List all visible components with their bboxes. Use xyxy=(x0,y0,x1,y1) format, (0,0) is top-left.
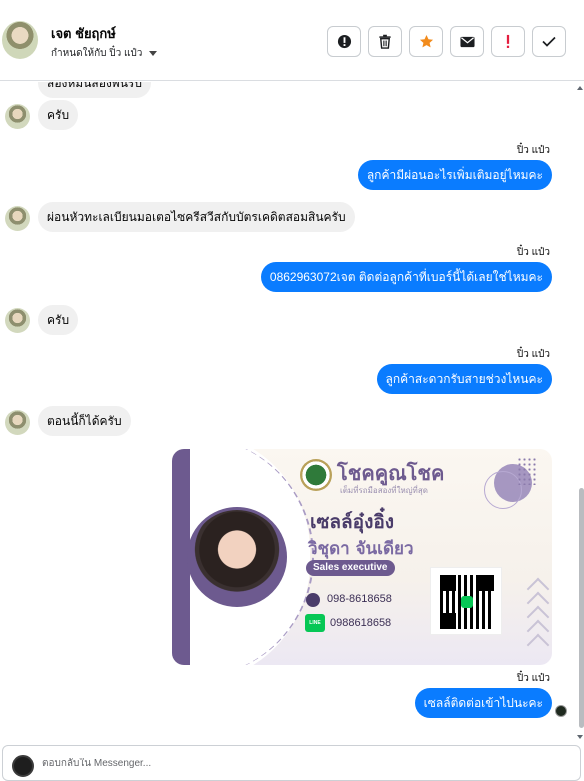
exclamation-icon xyxy=(506,34,510,48)
sender-name: ปิ๋ว แป๋ว xyxy=(516,349,550,360)
message-outgoing[interactable]: 0862963072เจต ติดต่อลูกค้าที่เบอร์นี้ได้… xyxy=(260,262,552,292)
follow-up-button[interactable] xyxy=(491,26,525,57)
sender-name: ปิ๋ว แป๋ว xyxy=(516,247,550,258)
envelope-icon xyxy=(459,36,475,47)
salesperson-phone: 098-8618658 xyxy=(327,593,392,605)
qr-code xyxy=(430,567,502,635)
conversation-header: เจต ชัยฤกษ์ กำหนดให้กับ ปิ๋ว แป๋ว xyxy=(0,0,584,81)
qr-line-logo-icon xyxy=(461,596,473,608)
message-incoming[interactable]: ตอนนี้ก็ได้ครับ xyxy=(38,406,131,436)
scroll-down-arrow-icon[interactable] xyxy=(577,735,583,739)
salesperson-role: Sales executive xyxy=(306,560,395,576)
phone-icon xyxy=(306,593,320,607)
message-incoming[interactable]: สองหมื่นสองพันรับ xyxy=(38,82,151,98)
trash-icon xyxy=(379,34,391,49)
decor-dots xyxy=(517,457,537,485)
contact-avatar[interactable] xyxy=(2,21,38,59)
sender-name: ปิ๋ว แป๋ว xyxy=(516,145,550,156)
check-icon xyxy=(542,36,556,47)
message-outgoing[interactable]: เซลล์ติดต่อเข้าไปนะคะ xyxy=(414,688,552,718)
delete-button[interactable] xyxy=(368,26,402,57)
brand-logo xyxy=(300,459,332,491)
seen-avatar-icon xyxy=(555,705,567,717)
reply-input[interactable] xyxy=(42,758,542,769)
header-actions xyxy=(327,26,566,57)
brand-subtitle: เต็มที่รถมือสองที่ใหญ่ที่สุด xyxy=(340,486,428,495)
scroll-up-arrow-icon[interactable] xyxy=(577,86,583,90)
mark-done-button[interactable] xyxy=(532,26,566,57)
sparkle-icon: ✦ xyxy=(190,639,201,653)
page-avatar xyxy=(12,755,34,777)
sparkle-icon: ✦ xyxy=(190,459,201,473)
message-outgoing[interactable]: ลูกค้าสะดวกรับสายช่วงไหนคะ xyxy=(376,364,552,394)
business-card-image[interactable]: ✦ ✦ โชคคูณโชค เต็มที่รถมือสองที่ใหญ่ที่ส… xyxy=(172,449,552,665)
composer-box[interactable] xyxy=(2,745,581,781)
salesperson-photo xyxy=(187,507,287,607)
salesperson-nickname: เซลล์อุ๋งอิ๋ง xyxy=(310,511,395,533)
exclamation-circle-icon xyxy=(337,34,351,49)
composer xyxy=(0,743,584,781)
salesperson-fullname: วิชุดา จันเดียว xyxy=(308,539,414,559)
assignee-dropdown[interactable]: กำหนดให้กับ ปิ๋ว แป๋ว xyxy=(51,46,158,61)
contact-avatar-small xyxy=(5,206,30,231)
salesperson-line-id: 0988618658 xyxy=(330,617,392,629)
caret-down-icon xyxy=(149,51,158,56)
message-thread[interactable]: สองหมื่นสองพันรับ ครับ ปิ๋ว แป๋ว ลูกค้าม… xyxy=(0,82,584,742)
star-icon xyxy=(419,34,433,48)
contact-avatar-small xyxy=(5,410,30,435)
line-app-icon: LINE xyxy=(305,614,325,632)
scrollbar-thumb[interactable] xyxy=(579,488,584,728)
mark-spam-button[interactable] xyxy=(327,26,361,57)
mark-unread-button[interactable] xyxy=(450,26,484,57)
star-button[interactable] xyxy=(409,26,443,57)
message-incoming[interactable]: ครับ xyxy=(38,305,79,335)
assignee-label: กำหนดให้กับ ปิ๋ว แป๋ว xyxy=(51,48,143,59)
message-incoming[interactable]: ผ่อนหัวทะเลเบียนมอเตอไซครีสวีสกับบัตรเคด… xyxy=(38,202,355,232)
message-incoming[interactable]: ครับ xyxy=(38,100,79,130)
message-outgoing[interactable]: ลูกค้ามีผ่อนอะไรเพิ่มเติมอยู่ไหมคะ xyxy=(357,160,552,190)
contact-name[interactable]: เจต ชัยฤกษ์ xyxy=(51,23,116,44)
chevron-decor-icon xyxy=(524,577,552,661)
contact-avatar-small xyxy=(5,308,30,333)
sender-name: ปิ๋ว แป๋ว xyxy=(516,673,550,684)
contact-avatar-small xyxy=(5,104,30,129)
